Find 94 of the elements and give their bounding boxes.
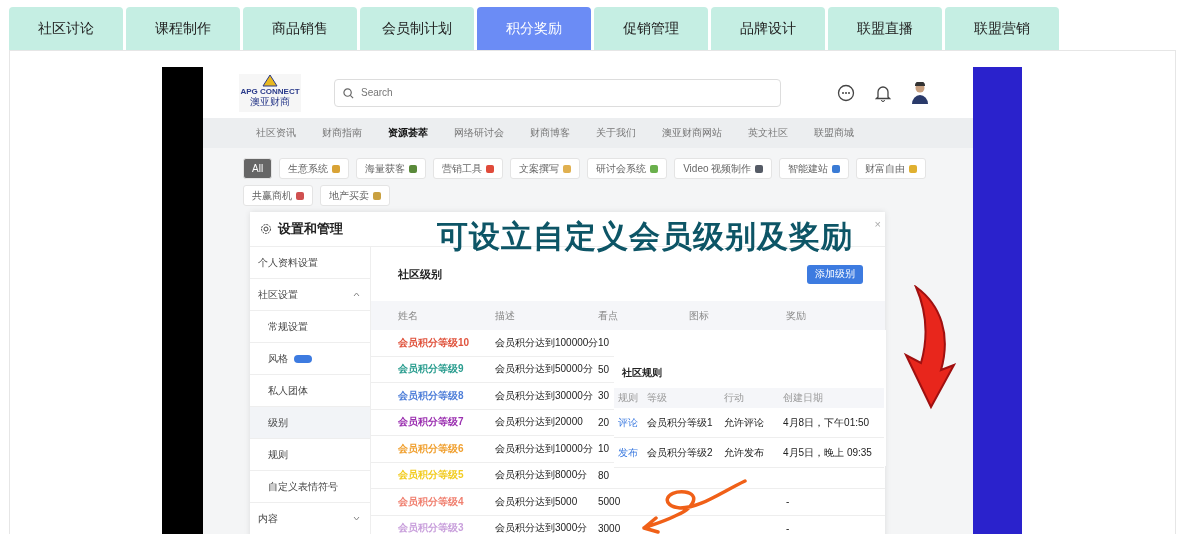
sidebar-item[interactable]: 风格 — [250, 343, 370, 375]
column-header: 行动 — [724, 391, 745, 405]
table-cell-text: 4月5日，晚上 09:35 — [783, 445, 873, 460]
nav-link[interactable]: 澳亚财商网站 — [649, 118, 735, 148]
level-name: 会员积分等级4 — [398, 494, 464, 509]
sidebar-item[interactable]: 级别 — [250, 407, 370, 439]
column-header: 规则 — [618, 391, 639, 405]
level-name: 会员积分等级9 — [398, 362, 464, 377]
tab[interactable]: 联盟营销 — [945, 7, 1059, 50]
category-chip[interactable]: 生意系统 — [279, 158, 350, 179]
dialog-title: 设置和管理 — [278, 220, 343, 238]
table-cell: 会员积分达到5000 — [495, 494, 578, 509]
level-name: 会员积分等级5 — [398, 468, 464, 483]
level-name: 会员积分等级6 — [398, 441, 464, 456]
level-name: 会员积分等级8 — [398, 388, 464, 403]
table-cell: 20 — [598, 416, 610, 428]
table-cell: 会员积分达到30000分 — [495, 388, 593, 403]
column-header: 看点 — [598, 308, 618, 323]
table-cell: 会员积分达到100000分 — [495, 335, 599, 350]
table-cell-text: 允许评论 — [724, 415, 765, 430]
section-heading: 社区级别 — [398, 266, 442, 282]
table-cell-text: 允许发布 — [724, 445, 765, 460]
tab[interactable]: 课程制作 — [126, 7, 240, 50]
category-chip[interactable]: 地产买卖 — [320, 185, 390, 206]
table-cell: 会员积分达到3000分 — [495, 521, 588, 534]
rule-link[interactable]: 发布 — [618, 445, 644, 460]
logo[interactable]: APG CONNECT 澳亚财商 — [239, 73, 301, 112]
sidebar-item[interactable]: 规则 — [250, 439, 370, 471]
table-cell: 10 — [598, 443, 610, 455]
table-cell: 会员积分达到8000分 — [495, 468, 588, 483]
category-chip[interactable]: 共赢商机 — [243, 185, 313, 206]
level-name: 会员积分等级3 — [398, 521, 464, 534]
category-chip[interactable]: 智能建站 — [779, 158, 850, 179]
nav-link[interactable]: 联盟商城 — [801, 118, 867, 148]
table-cell: - — [786, 522, 790, 534]
sidebar-item[interactable]: 自定义表情符号 — [250, 471, 370, 503]
tab[interactable]: 会员制计划 — [360, 7, 474, 50]
nav-link[interactable]: 财商博客 — [517, 118, 583, 148]
tab[interactable]: 促销管理 — [594, 7, 708, 50]
sidebar-item[interactable]: 常规设置 — [250, 311, 370, 343]
table-cell: 30 — [598, 390, 610, 402]
sidebar-item[interactable]: 个人资料设置 — [250, 247, 370, 279]
tab[interactable]: 联盟直播 — [828, 7, 942, 50]
table-cell: 5000 — [598, 496, 621, 508]
table-cell-text: 会员积分等级1 — [647, 415, 714, 430]
category-chip[interactable]: 研讨会系统 — [587, 158, 668, 179]
add-level-button[interactable]: 添加级别 — [807, 264, 863, 284]
table-cell: 会员积分达到10000分 — [495, 441, 593, 456]
column-header: 等级 — [647, 391, 668, 405]
nav-link[interactable]: 关于我们 — [583, 118, 649, 148]
nav-link[interactable]: 网络研讨会 — [441, 118, 517, 148]
category-chip[interactable]: All — [243, 158, 273, 179]
table-cell: 3000 — [598, 522, 621, 534]
table-cell: 80 — [598, 469, 610, 481]
table-cell-text: 会员积分等级2 — [647, 445, 714, 460]
tab[interactable]: 商品销售 — [243, 7, 357, 50]
tag-icon — [294, 354, 312, 363]
table-cell-text: 4月8日，下午01:50 — [783, 415, 871, 430]
table-cell: 会员积分达到50000分 — [495, 362, 593, 377]
level-name: 会员积分等级10 — [398, 335, 470, 350]
chevron-icon — [353, 516, 360, 521]
category-chip[interactable]: Video 视频制作 — [674, 158, 773, 179]
column-header: 姓名 — [398, 308, 418, 323]
search-field[interactable]: Search — [334, 78, 781, 107]
level-name: 会员积分等级7 — [398, 415, 464, 430]
nav-link[interactable]: 社区资讯 — [243, 118, 309, 148]
table-cell: 会员积分达到20000 — [495, 415, 583, 430]
sidebar-item[interactable]: 私人团体 — [250, 375, 370, 407]
chat-icon[interactable] — [837, 83, 855, 102]
rule-link[interactable]: 评论 — [618, 415, 644, 430]
column-header: 奖励 — [786, 308, 806, 323]
table-cell: 10 — [598, 337, 610, 349]
column-header: 创建日期 — [783, 391, 824, 405]
category-chip[interactable]: 财富自由 — [856, 158, 927, 179]
table-cell: - — [786, 496, 790, 508]
category-chip[interactable]: 文案撰写 — [510, 158, 581, 179]
caption: 可设立自定义会员级别及奖励 — [437, 219, 853, 255]
category-chip[interactable]: 海量获客 — [356, 158, 427, 179]
avatar-icon[interactable] — [911, 81, 929, 104]
column-header: 描述 — [495, 308, 515, 323]
chevron-icon — [353, 292, 360, 297]
column-header: 图标 — [689, 308, 709, 323]
search-icon — [343, 87, 354, 99]
table-cell: 50 — [598, 363, 610, 375]
panel-heading: 社区规则 — [621, 366, 663, 380]
category-chip[interactable]: 营销工具 — [433, 158, 504, 179]
nav-link[interactable]: 英文社区 — [735, 118, 801, 148]
tab[interactable]: 社区讨论 — [9, 7, 123, 50]
settings-icon — [260, 223, 272, 235]
bell-icon[interactable] — [875, 83, 891, 102]
nav-link[interactable]: 资源荟萃 — [375, 118, 441, 148]
sidebar-item[interactable]: 社区设置 — [250, 279, 370, 311]
nav-link[interactable]: 财商指南 — [309, 118, 375, 148]
tab[interactable]: 品牌设计 — [711, 7, 825, 50]
